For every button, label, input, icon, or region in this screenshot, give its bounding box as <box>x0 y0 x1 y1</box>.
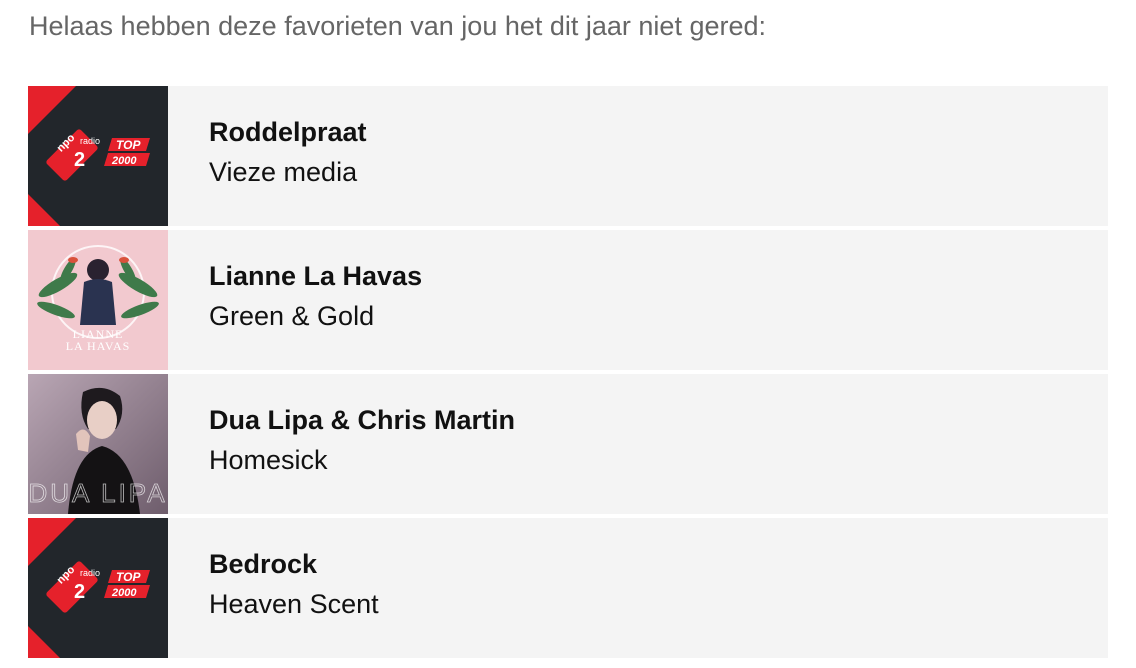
song-info: Roddelpraat Vieze media <box>168 86 367 226</box>
song-title: Vieze media <box>209 157 358 187</box>
song-artist: Lianne La Havas <box>209 261 423 291</box>
song-artist: Roddelpraat <box>209 117 367 147</box>
svg-text:TOP: TOP <box>116 138 141 152</box>
svg-text:2000: 2000 <box>111 155 137 167</box>
npo-top2000-logo: npo radio 2 TOP 2000 <box>28 518 168 658</box>
svg-text:radio: radio <box>80 568 100 578</box>
svg-text:2: 2 <box>74 149 85 171</box>
song-row[interactable]: DUA LIPA Dua Lipa & Chris Martin Homesic… <box>28 374 1108 514</box>
svg-text:radio: radio <box>80 136 100 146</box>
song-row[interactable]: npo radio 2 TOP 2000 Bedrock Heaven Scen… <box>28 518 1108 658</box>
npo-top2000-logo: npo radio 2 TOP 2000 <box>28 86 168 226</box>
song-artist: Bedrock <box>209 549 318 579</box>
song-list: npo radio 2 TOP 2000 Roddelpraat Vieze m… <box>28 86 1108 662</box>
song-info: Lianne La Havas Green & Gold <box>168 230 422 370</box>
song-artist: Dua Lipa & Chris Martin <box>209 405 516 435</box>
album-cover: DUA LIPA <box>28 374 168 514</box>
song-title: Green & Gold <box>209 301 375 331</box>
intro-text: Helaas hebben deze favorieten van jou he… <box>29 11 767 41</box>
svg-text:2000: 2000 <box>111 587 137 599</box>
svg-text:LA HAVAS: LA HAVAS <box>66 339 131 353</box>
song-row[interactable]: LIANNE LA HAVAS Lianne La Havas Green & … <box>28 230 1108 370</box>
song-title: Heaven Scent <box>209 589 379 619</box>
album-cover: LIANNE LA HAVAS <box>28 230 168 370</box>
song-info: Dua Lipa & Chris Martin Homesick <box>168 374 515 514</box>
svg-text:2: 2 <box>74 581 85 603</box>
svg-text:DUA LIPA: DUA LIPA <box>28 478 167 508</box>
svg-text:TOP: TOP <box>116 570 141 584</box>
song-row[interactable]: npo radio 2 TOP 2000 Roddelpraat Vieze m… <box>28 86 1108 226</box>
song-title: Homesick <box>209 445 328 475</box>
song-info: Bedrock Heaven Scent <box>168 518 379 658</box>
